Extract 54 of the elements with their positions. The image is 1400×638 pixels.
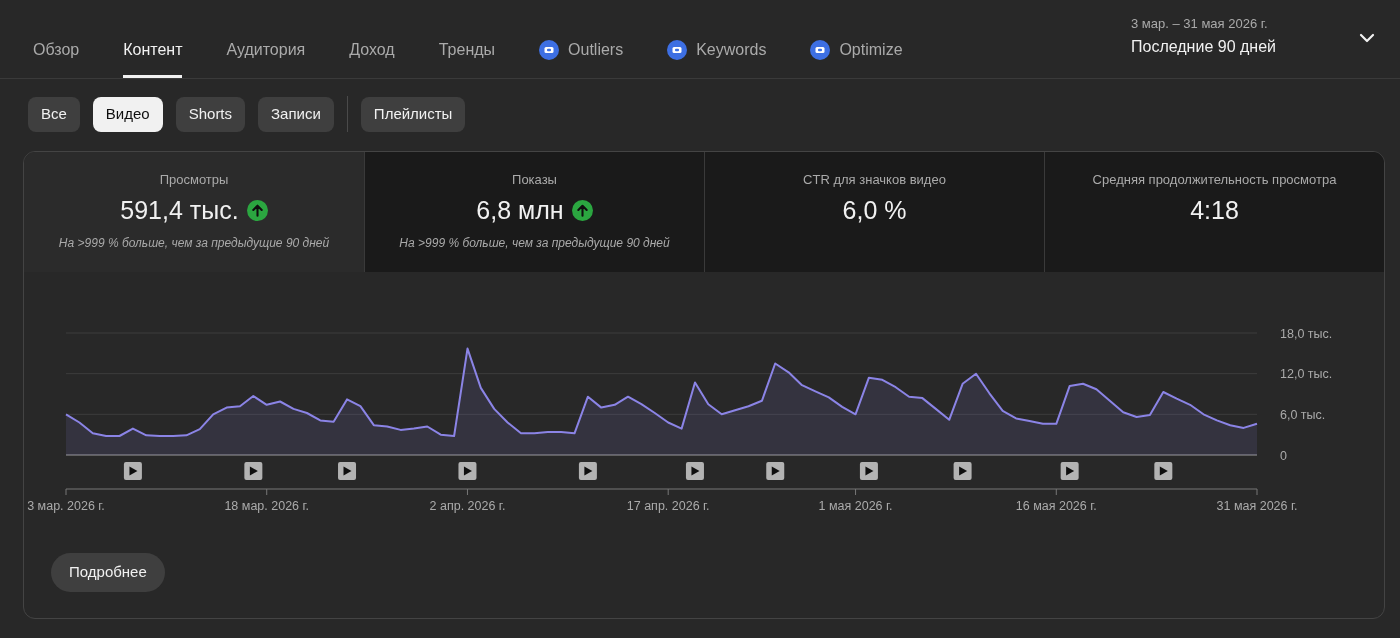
date-range-text: 3 мар. – 31 мая 2026 г. — [1131, 16, 1268, 32]
nav-tab[interactable]: Keywords — [667, 22, 767, 78]
metric-value: 6,8 млн — [476, 195, 564, 226]
x-axis-label: 18 мар. 2026 г. — [224, 499, 310, 513]
x-axis-label: 31 мая 2026 г. — [1216, 499, 1298, 513]
nav-tab[interactable]: Доход — [349, 22, 395, 78]
nav-tab[interactable]: Контент — [123, 22, 183, 78]
x-axis-label: 2 апр. 2026 г. — [429, 499, 506, 513]
filter-chip[interactable]: Все — [28, 96, 80, 132]
play-marker-icon[interactable] — [766, 462, 785, 480]
period-label: Последние 90 дней — [1131, 37, 1276, 57]
y-axis-label: 12,0 тыс. — [1280, 367, 1333, 382]
nav-tab[interactable]: Тренды — [438, 22, 496, 78]
x-axis-label: 17 апр. 2026 г. — [626, 499, 710, 513]
filter-chip[interactable]: Плейлисты — [360, 96, 466, 132]
filter-chip[interactable]: Записи — [258, 96, 334, 132]
play-marker-icon[interactable] — [578, 462, 597, 480]
more-button[interactable]: Подробнее — [51, 553, 165, 592]
play-marker-icon[interactable] — [1154, 462, 1173, 480]
metric-tab[interactable]: Средняя продолжительность просмотра 4:18 — [1044, 152, 1384, 272]
play-marker-icon[interactable] — [244, 462, 263, 480]
play-marker-icon[interactable] — [685, 462, 704, 480]
nav-tab[interactable]: Обзор — [33, 22, 80, 78]
nav-tab[interactable]: Аудитория — [226, 22, 306, 78]
y-axis-label: 6,0 тыс. — [1280, 407, 1326, 422]
metric-value: 591,4 тыс. — [120, 195, 239, 226]
y-axis-label: 0 — [1280, 448, 1287, 463]
x-axis-label: 3 мар. 2026 г. — [27, 499, 105, 513]
comparison-text: На >999 % больше, чем за предыдущие 90 дней — [58, 235, 330, 251]
logo-icon — [667, 40, 688, 60]
metric-label: Средняя продолжительность просмотра — [1092, 171, 1337, 189]
play-marker-icon[interactable] — [338, 462, 356, 480]
play-marker-icon[interactable] — [953, 462, 972, 480]
metric-label: CTR для значков видео — [803, 171, 946, 189]
metric-label: Показы — [512, 171, 557, 189]
metric-value: 4:18 — [1190, 195, 1239, 226]
x-axis-label: 16 мая 2026 г. — [1015, 499, 1097, 513]
metric-tab[interactable]: Показы 6,8 млн На >999 % больше, чем за предыдущие 90 дней — [364, 152, 704, 272]
logo-icon — [539, 40, 560, 60]
nav-tab[interactable]: Outliers — [539, 22, 624, 78]
metric-label: Просмотры — [159, 171, 229, 189]
filter-chip[interactable]: Видео — [92, 96, 163, 132]
play-marker-icon[interactable] — [458, 462, 477, 480]
y-axis-label: 18,0 тыс. — [1280, 326, 1333, 341]
nav-tab[interactable]: Optimize — [810, 22, 903, 78]
metric-tab[interactable]: CTR для значков видео 6,0 % — [704, 152, 1044, 272]
filter-chip[interactable]: Shorts — [175, 96, 246, 132]
play-marker-icon[interactable] — [859, 462, 878, 480]
play-marker-icon[interactable] — [123, 462, 142, 480]
x-axis-label: 1 мая 2026 г. — [818, 499, 893, 513]
metric-value: 6,0 % — [842, 195, 907, 226]
play-marker-icon[interactable] — [1060, 462, 1079, 480]
comparison-text: На >999 % больше, чем за предыдущие 90 дней — [399, 235, 670, 251]
logo-icon — [810, 40, 831, 60]
